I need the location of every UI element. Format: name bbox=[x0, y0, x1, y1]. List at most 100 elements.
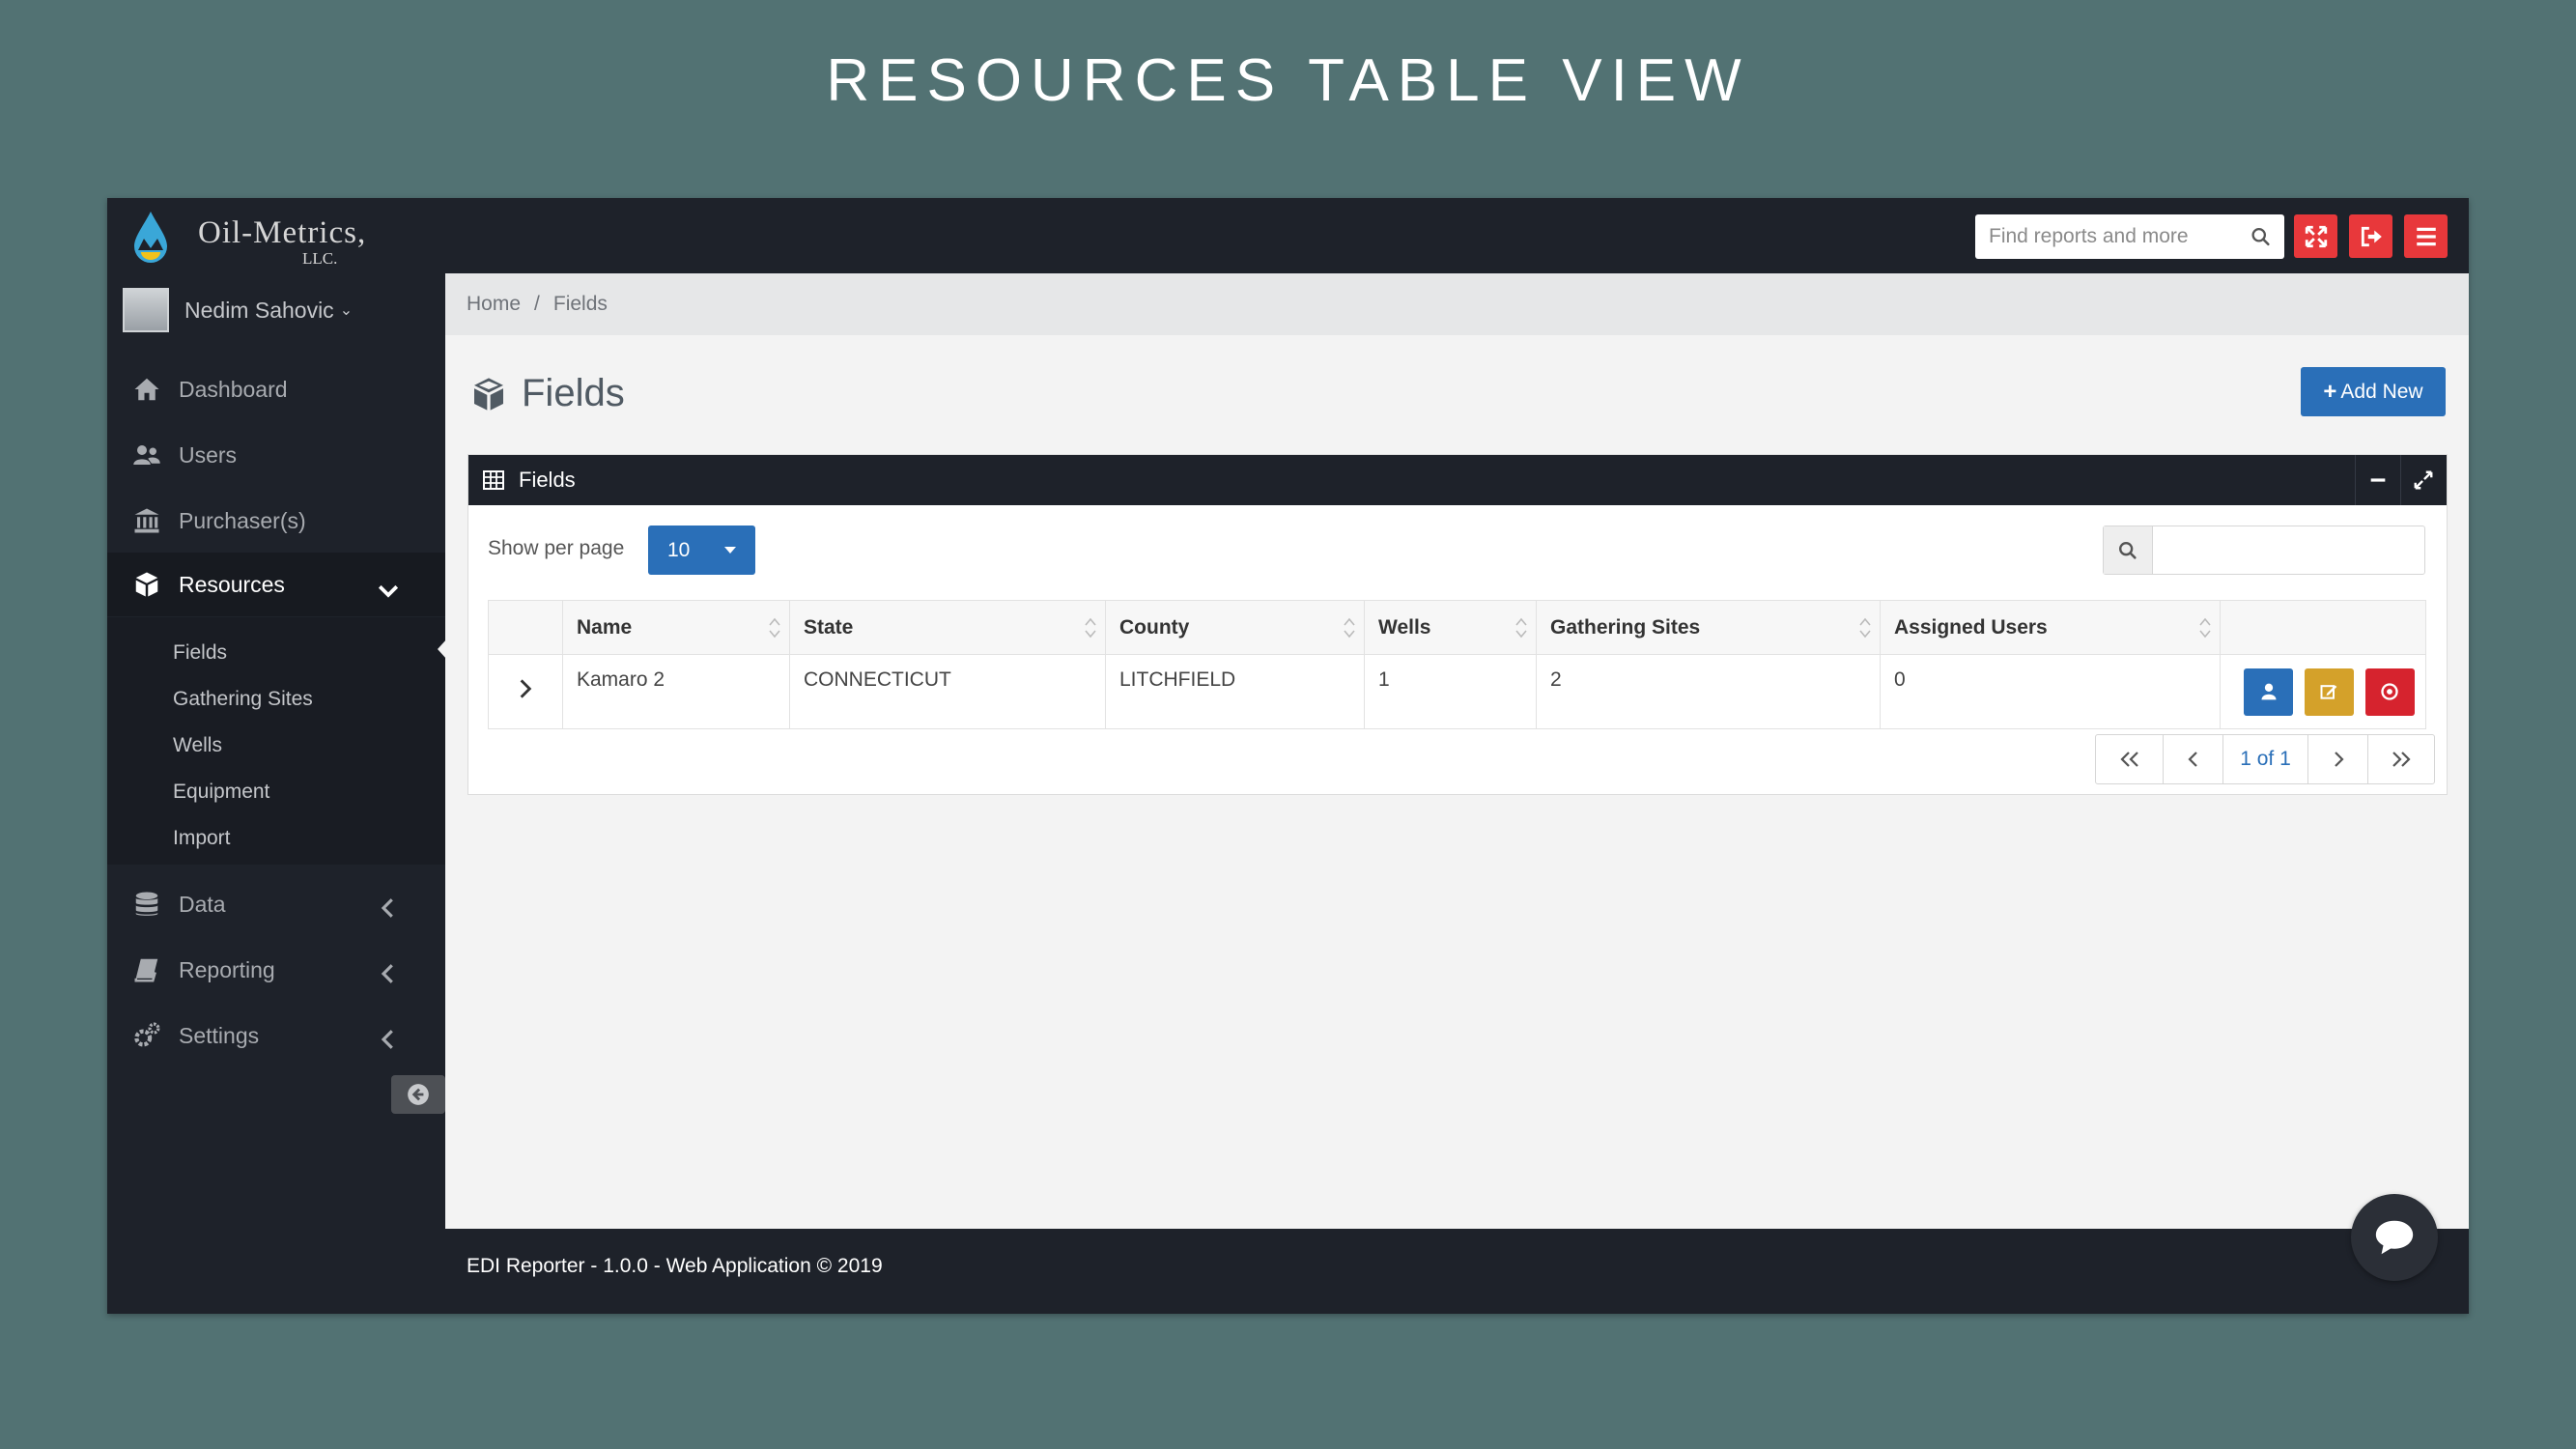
remove-circle-icon bbox=[2381, 683, 2398, 700]
plus-icon: + bbox=[2323, 378, 2337, 405]
hamburger-icon bbox=[2416, 227, 2436, 245]
chevron-left-icon bbox=[381, 898, 393, 918]
breadcrumb-home[interactable]: Home bbox=[467, 293, 521, 316]
search-icon bbox=[2104, 526, 2153, 574]
sidebar-item-label: Reporting bbox=[179, 956, 275, 982]
panel-expand-button[interactable] bbox=[2400, 455, 2446, 505]
table-search-input[interactable] bbox=[2160, 534, 2353, 565]
logo-text: Oil-Metrics, bbox=[198, 214, 367, 250]
global-search-input[interactable] bbox=[1989, 225, 2250, 248]
column-header-state[interactable]: State bbox=[789, 600, 1106, 655]
edit-button[interactable] bbox=[2304, 668, 2354, 716]
panel-title: Fields bbox=[519, 468, 576, 492]
sidebar-item-purchasers[interactable]: Purchaser(s) bbox=[107, 491, 445, 551]
cell-wells: 1 bbox=[1364, 654, 1537, 729]
actions-column-header bbox=[2220, 600, 2426, 655]
book-icon bbox=[134, 958, 158, 982]
sidebar-item-dashboard[interactable]: Dashboard bbox=[107, 359, 445, 419]
chevron-down-icon: ⌄ bbox=[339, 302, 354, 319]
cell-assigned-users: 0 bbox=[1880, 654, 2221, 729]
bank-icon bbox=[134, 508, 159, 533]
home-icon bbox=[134, 378, 159, 401]
minus-icon bbox=[2370, 478, 2386, 482]
chat-button[interactable] bbox=[2351, 1194, 2438, 1281]
chevron-left-icon bbox=[381, 964, 393, 983]
submenu-item-import[interactable]: Import bbox=[173, 827, 231, 850]
database-icon bbox=[135, 892, 158, 916]
sidebar-item-settings[interactable]: Settings bbox=[107, 1006, 445, 1065]
sidebar-item-label: Resources bbox=[179, 571, 285, 597]
resources-submenu: Fields Gathering Sites Wells Equipment I… bbox=[107, 617, 445, 865]
chevron-right-icon bbox=[2334, 752, 2344, 767]
caret-down-icon bbox=[724, 547, 736, 554]
per-page-select[interactable]: 10 bbox=[648, 526, 755, 575]
sort-icon bbox=[769, 617, 780, 639]
first-page-button[interactable] bbox=[2096, 735, 2164, 783]
sign-out-icon bbox=[2361, 226, 2382, 246]
sort-icon bbox=[1344, 617, 1355, 639]
cogs-icon bbox=[134, 1022, 160, 1047]
user-name: Nedim Sahovic bbox=[184, 297, 334, 323]
sidebar-item-label: Purchaser(s) bbox=[179, 507, 306, 533]
column-header-assigned-users[interactable]: Assigned Users bbox=[1880, 600, 2221, 655]
pagination: 1 of 1 bbox=[2095, 734, 2435, 784]
user-icon bbox=[2261, 683, 2276, 700]
column-header-wells[interactable]: Wells bbox=[1364, 600, 1537, 655]
previous-page-button[interactable] bbox=[2164, 735, 2223, 783]
submenu-item-fields[interactable]: Fields bbox=[173, 641, 227, 665]
expand-icon bbox=[2414, 470, 2433, 490]
submenu-item-equipment[interactable]: Equipment bbox=[173, 781, 269, 804]
last-page-button[interactable] bbox=[2368, 735, 2434, 783]
chat-bubble-icon bbox=[2375, 1220, 2414, 1255]
fullscreen-icon bbox=[2305, 225, 2327, 247]
next-page-button[interactable] bbox=[2308, 735, 2368, 783]
panel-minimize-button[interactable] bbox=[2355, 455, 2400, 505]
page-header: Fields bbox=[469, 372, 625, 415]
breadcrumb: Home / Fields bbox=[445, 273, 2469, 335]
logo[interactable]: Oil-Metrics, LLC. bbox=[128, 208, 367, 268]
sidebar-collapse-button[interactable] bbox=[391, 1075, 445, 1114]
search-icon[interactable] bbox=[2250, 224, 2271, 249]
cell-name: Kamaro 2 bbox=[562, 654, 790, 729]
breadcrumb-current: Fields bbox=[552, 293, 608, 315]
sidebar-item-data[interactable]: Data bbox=[107, 874, 445, 934]
page-title: Fields bbox=[522, 372, 625, 414]
sidebar-item-users[interactable]: Users bbox=[107, 425, 445, 485]
menu-button[interactable] bbox=[2404, 214, 2448, 258]
double-chevron-left-icon bbox=[2119, 752, 2138, 767]
column-header-name[interactable]: Name bbox=[562, 600, 790, 655]
chevron-down-icon bbox=[378, 584, 399, 598]
assign-user-button[interactable] bbox=[2244, 668, 2293, 716]
cell-state: CONNECTICUT bbox=[789, 654, 1106, 729]
chevron-right-icon bbox=[520, 679, 532, 698]
sort-icon bbox=[1085, 617, 1096, 639]
sort-icon bbox=[2199, 617, 2211, 639]
submenu-item-wells[interactable]: Wells bbox=[173, 734, 222, 757]
column-header-gathering-sites[interactable]: Gathering Sites bbox=[1536, 600, 1881, 655]
submenu-item-gathering-sites[interactable]: Gathering Sites bbox=[173, 688, 313, 711]
sidebar-item-resources[interactable]: Resources bbox=[107, 553, 445, 616]
sidebar: Nedim Sahovic ⌄ Dashboard Users Purchase… bbox=[107, 273, 445, 1314]
slide-title: RESOURCES TABLE VIEW bbox=[826, 47, 1750, 114]
add-new-button[interactable]: + Add New bbox=[2301, 367, 2446, 416]
add-new-label: Add New bbox=[2340, 380, 2423, 403]
app-window: Oil-Metrics, LLC. Nedim Sahovic ⌄ Dashbo… bbox=[107, 198, 2469, 1314]
logo-subtext: LLC. bbox=[302, 249, 338, 268]
footer: EDI Reporter - 1.0.0 - Web Application ©… bbox=[445, 1229, 2469, 1314]
sidebar-item-label: Dashboard bbox=[179, 376, 288, 402]
row-actions bbox=[2220, 654, 2426, 729]
chevron-left-icon bbox=[2187, 752, 2197, 767]
column-header-county[interactable]: County bbox=[1105, 600, 1365, 655]
sidebar-item-reporting[interactable]: Reporting bbox=[107, 940, 445, 1000]
breadcrumb-separator: / bbox=[534, 293, 540, 315]
user-menu[interactable]: Nedim Sahovic ⌄ bbox=[123, 287, 353, 333]
cube-icon bbox=[135, 572, 158, 597]
row-expand-button[interactable] bbox=[488, 654, 563, 729]
sidebar-item-label: Settings bbox=[179, 1022, 260, 1048]
table-icon bbox=[483, 470, 504, 490]
footer-text: EDI Reporter - 1.0.0 - Web Application ©… bbox=[467, 1255, 883, 1277]
fullscreen-button[interactable] bbox=[2294, 214, 2337, 258]
per-page-label: Show per page bbox=[488, 537, 625, 559]
logout-button[interactable] bbox=[2349, 214, 2392, 258]
delete-button[interactable] bbox=[2364, 668, 2415, 716]
